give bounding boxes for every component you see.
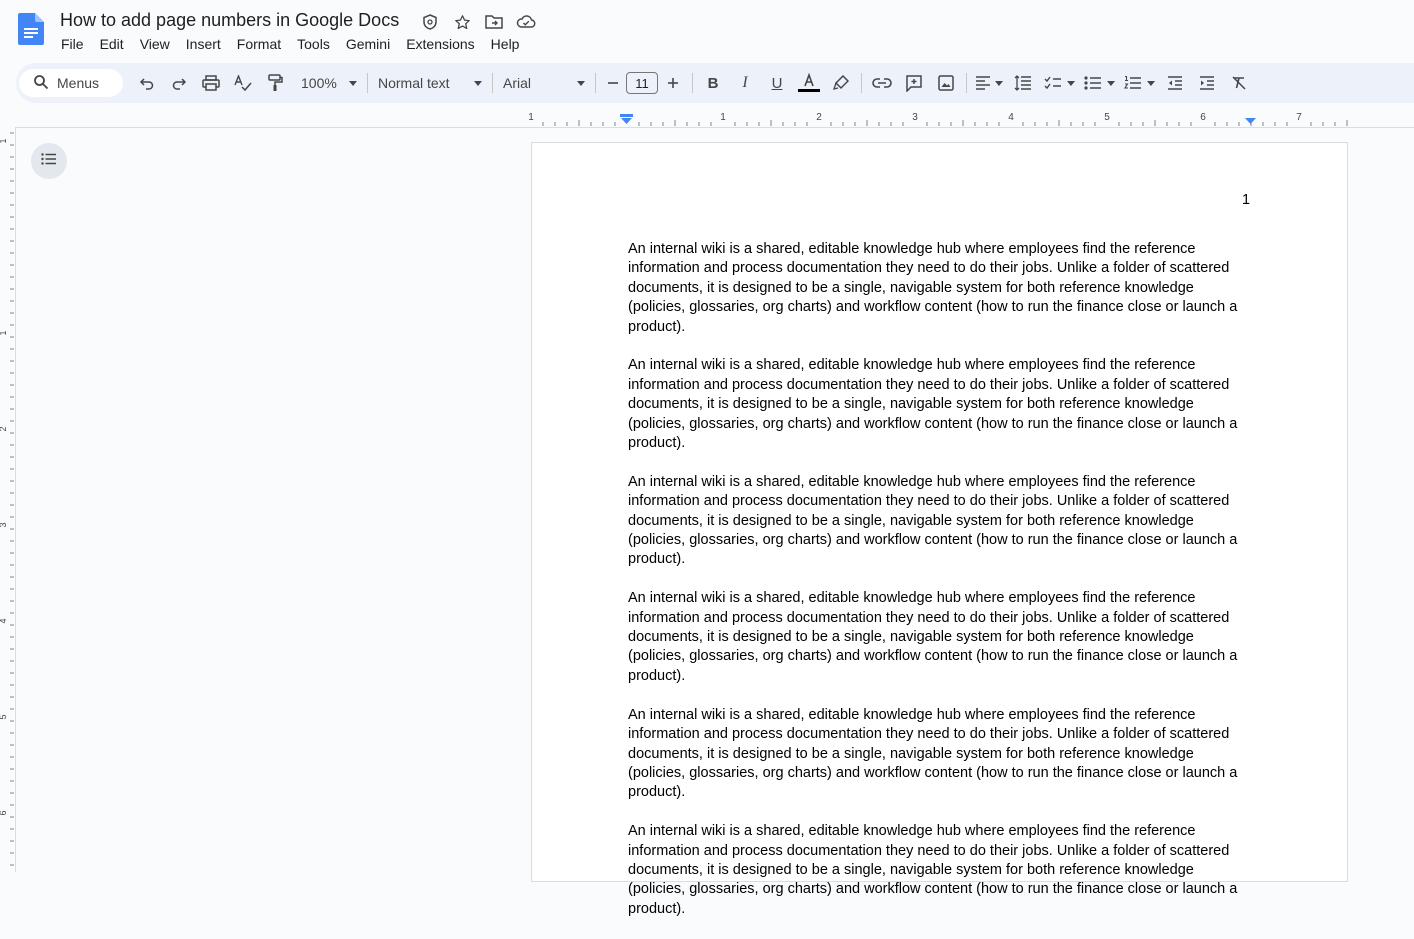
ruler-label: 6	[0, 810, 8, 815]
first-line-indent-marker[interactable]	[620, 114, 633, 117]
ruler-label: 1	[528, 112, 534, 123]
paragraph[interactable]: An internal wiki is a shared, editable k…	[628, 473, 1253, 570]
document-body[interactable]: An internal wiki is a shared, editable k…	[628, 240, 1253, 939]
ruler-label: 4	[1008, 112, 1014, 123]
chevron-down-icon	[1146, 80, 1155, 86]
text-color-icon[interactable]	[793, 67, 825, 99]
toolbar-divider	[492, 73, 493, 93]
increase-font-size-icon[interactable]	[658, 67, 688, 99]
toolbar-divider	[861, 73, 862, 93]
ruler-label: 2	[816, 112, 822, 123]
move-folder-icon[interactable]	[484, 12, 504, 32]
chevron-down-icon	[577, 80, 585, 86]
cloud-saved-icon[interactable]	[516, 12, 536, 32]
paragraph[interactable]: An internal wiki is a shared, editable k…	[628, 822, 1253, 919]
menu-extensions[interactable]: Extensions	[398, 35, 482, 53]
document-outline-button[interactable]	[31, 143, 67, 179]
menu-gemini[interactable]: Gemini	[338, 35, 398, 53]
menu-file[interactable]: File	[53, 35, 92, 53]
left-indent-marker[interactable]	[621, 118, 632, 124]
toolbar-divider	[367, 73, 368, 93]
toolbar-divider	[595, 73, 596, 93]
zoom-dropdown[interactable]: 100%	[295, 67, 363, 99]
bulleted-list-dropdown[interactable]	[1079, 67, 1119, 99]
checklist-dropdown[interactable]	[1039, 67, 1079, 99]
document-page[interactable]: 1 An internal wiki is a shared, editable…	[531, 142, 1348, 917]
search-icon	[33, 74, 49, 93]
docs-logo-icon[interactable]	[18, 13, 44, 45]
align-dropdown[interactable]	[971, 67, 1007, 99]
decrease-font-size-icon[interactable]	[600, 67, 626, 99]
ruler-label: 7	[1296, 112, 1302, 123]
ruler-label: 5	[0, 714, 8, 719]
add-comment-icon[interactable]	[898, 67, 930, 99]
spellcheck-icon[interactable]	[227, 67, 259, 99]
numbered-list-dropdown[interactable]	[1119, 67, 1159, 99]
menus-search[interactable]: Menus	[19, 69, 123, 97]
print-icon[interactable]	[195, 67, 227, 99]
undo-icon[interactable]	[131, 67, 163, 99]
right-indent-marker[interactable]	[1245, 118, 1256, 124]
font-value: Arial	[503, 75, 532, 91]
paragraph[interactable]: An internal wiki is a shared, editable k…	[628, 706, 1253, 803]
paragraph-style-value: Normal text	[378, 75, 450, 91]
ruler-label: 1	[0, 330, 8, 335]
ruler-label: 5	[1104, 112, 1110, 123]
document-title[interactable]: How to add page numbers in Google Docs	[60, 10, 399, 31]
chevron-down-icon	[1106, 80, 1115, 86]
chevron-down-icon	[474, 80, 482, 86]
paint-format-icon[interactable]	[259, 67, 291, 99]
security-shield-icon[interactable]	[420, 12, 440, 32]
increase-indent-icon[interactable]	[1191, 67, 1223, 99]
italic-icon[interactable]: I	[729, 67, 761, 99]
font-size-input[interactable]: 11	[626, 72, 658, 94]
menu-bar: File Edit View Insert Format Tools Gemin…	[53, 35, 527, 53]
chevron-down-icon	[349, 80, 357, 86]
menu-help[interactable]: Help	[483, 35, 528, 53]
ruler-label: 1	[0, 138, 8, 143]
ruler-label: 2	[0, 426, 8, 431]
clear-formatting-icon[interactable]	[1223, 67, 1255, 99]
outline-list-icon	[41, 152, 57, 170]
search-placeholder: Menus	[57, 75, 100, 91]
underline-icon[interactable]: U	[761, 67, 793, 99]
ruler-label: 1	[720, 112, 726, 123]
toolbar-divider	[692, 73, 693, 93]
paragraph[interactable]: An internal wiki is a shared, editable k…	[628, 589, 1253, 686]
star-icon[interactable]	[452, 12, 472, 32]
paragraph-style-dropdown[interactable]: Normal text	[372, 67, 488, 99]
page-number[interactable]: 1	[1242, 192, 1250, 208]
toolbar: Menus 100% Normal text Arial 11 B I U	[16, 63, 1414, 103]
paragraph[interactable]: An internal wiki is a shared, editable k…	[628, 240, 1253, 337]
ruler-label: 4	[0, 618, 8, 623]
line-spacing-icon[interactable]	[1007, 67, 1039, 99]
ruler-label: 6	[1200, 112, 1206, 123]
paragraph[interactable]: An internal wiki is a shared, editable k…	[628, 356, 1253, 453]
chevron-down-icon	[1066, 80, 1075, 86]
ruler-label: 3	[0, 522, 8, 527]
toolbar-divider	[966, 73, 967, 93]
insert-image-icon[interactable]	[930, 67, 962, 99]
redo-icon[interactable]	[163, 67, 195, 99]
horizontal-ruler[interactable]: 1 1 2 3 4 5 6 7	[0, 105, 1414, 128]
decrease-indent-icon[interactable]	[1159, 67, 1191, 99]
menu-tools[interactable]: Tools	[289, 35, 338, 53]
menu-insert[interactable]: Insert	[178, 35, 229, 53]
insert-link-icon[interactable]	[866, 67, 898, 99]
ruler-label: 3	[912, 112, 918, 123]
menu-view[interactable]: View	[132, 35, 178, 53]
vertical-ruler[interactable]: 1 1 2 3 4 5 6	[0, 127, 16, 872]
menu-edit[interactable]: Edit	[92, 35, 132, 53]
highlight-color-icon[interactable]	[825, 67, 857, 99]
zoom-value: 100%	[301, 75, 337, 91]
chevron-down-icon	[995, 80, 1003, 86]
bold-icon[interactable]: B	[697, 67, 729, 99]
menu-format[interactable]: Format	[229, 35, 289, 53]
font-dropdown[interactable]: Arial	[497, 67, 591, 99]
